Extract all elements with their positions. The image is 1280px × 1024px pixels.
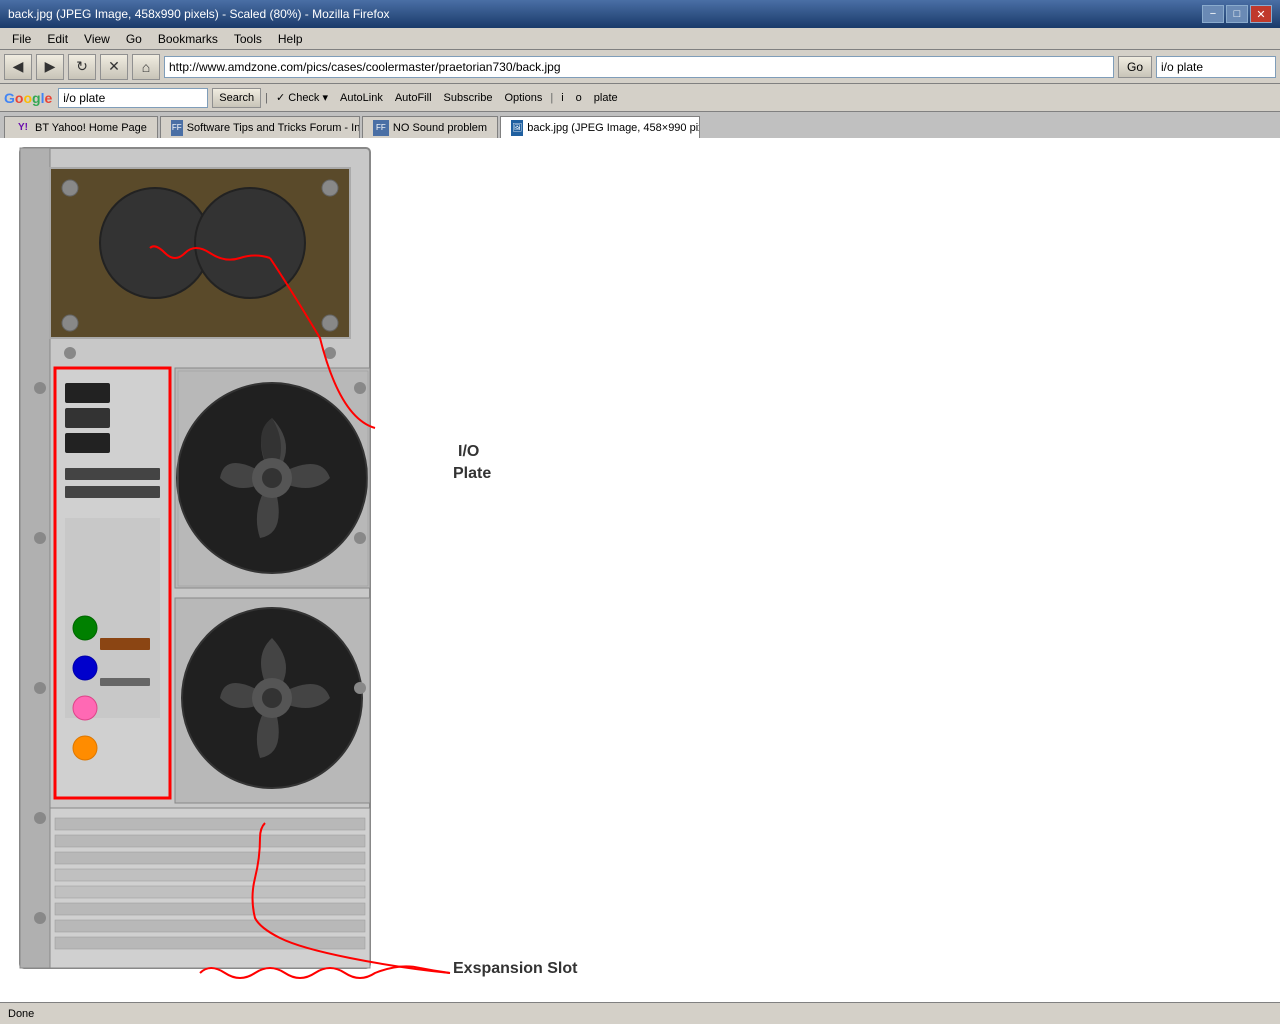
back-button[interactable]: ◀ [4,54,32,80]
toolbar-autolink[interactable]: AutoLink [336,91,387,105]
toolbar-o-btn[interactable]: o [572,91,586,105]
titlebar: back.jpg (JPEG Image, 458x990 pixels) - … [0,0,1280,28]
menu-go[interactable]: Go [118,30,150,48]
forum-icon2: FF [373,120,389,136]
yahoo-icon: Y! [15,120,31,136]
menu-bookmarks[interactable]: Bookmarks [150,30,226,48]
toolbar-options[interactable]: Options [500,91,546,105]
tab-yahoo[interactable]: Y! BT Yahoo! Home Page [4,116,158,138]
toolbar-sep2: | [550,92,553,104]
google-logo: Google [4,90,52,106]
window-controls: − □ ✕ [1202,5,1272,23]
forum-icon: FF [171,120,183,136]
tab-back[interactable]: 🖼 back.jpg (JPEG Image, 458×990 pixels) … [500,116,700,138]
menu-edit[interactable]: Edit [39,30,76,48]
menu-help[interactable]: Help [270,30,311,48]
menu-file[interactable]: File [4,30,39,48]
tab-back-label: back.jpg (JPEG Image, 458×990 pixels) - … [527,122,700,134]
reload-button[interactable]: ↻ [68,54,96,80]
google-search-button[interactable]: Search [212,88,261,108]
main-image: I/O Plate Exspansion Slot [0,138,1240,998]
tab-forum[interactable]: FF Software Tips and Tricks Forum - Inbo… [160,116,360,138]
svg-text:Plate: Plate [453,465,491,482]
toolbar-check[interactable]: ✓ Check ▾ [272,90,332,105]
home-button[interactable]: ⌂ [132,54,160,80]
menubar: File Edit View Go Bookmarks Tools Help [0,28,1280,50]
toolbar-autofill[interactable]: AutoFill [391,91,436,105]
toolbar-plate-btn[interactable]: plate [590,91,622,105]
maximize-button[interactable]: □ [1226,5,1248,23]
forward-button[interactable]: ▶ [36,54,64,80]
toolbar-i-btn[interactable]: i [557,91,567,105]
close-button[interactable]: ✕ [1250,5,1272,23]
google-toolbar: Google Search | ✓ Check ▾ AutoLink AutoF… [0,84,1280,112]
tab-yahoo-label: BT Yahoo! Home Page [35,122,147,134]
page-wrapper: I/O Plate Exspansion Slot [0,138,1280,1002]
menu-tools[interactable]: Tools [226,30,270,48]
menu-view[interactable]: View [76,30,118,48]
google-search-input[interactable] [58,88,208,108]
tab-sound-label: NO Sound problem [393,122,487,134]
toolbar-subscribe[interactable]: Subscribe [440,91,497,105]
svg-text:I/O: I/O [458,443,479,460]
search-input[interactable] [1156,56,1276,78]
content-area: I/O Plate Exspansion Slot [0,138,1280,1002]
address-bar[interactable] [164,56,1114,78]
image-icon: 🖼 [511,120,523,136]
navbar: ◀ ▶ ↻ ✕ ⌂ Go [0,50,1280,84]
tab-forum-label: Software Tips and Tricks Forum - Inbox [187,122,360,134]
tab-sound[interactable]: FF NO Sound problem [362,116,498,138]
svg-text:Exspansion Slot: Exspansion Slot [453,960,578,977]
stop-button[interactable]: ✕ [100,54,128,80]
title-text: back.jpg (JPEG Image, 458x990 pixels) - … [8,7,390,21]
go-button[interactable]: Go [1118,56,1152,78]
toolbar-separator: | [265,92,268,104]
statusbar: Done [0,1002,1280,1024]
status-text: Done [8,1008,34,1020]
tabs-bar: Y! BT Yahoo! Home Page FF Software Tips … [0,112,1280,138]
minimize-button[interactable]: − [1202,5,1224,23]
